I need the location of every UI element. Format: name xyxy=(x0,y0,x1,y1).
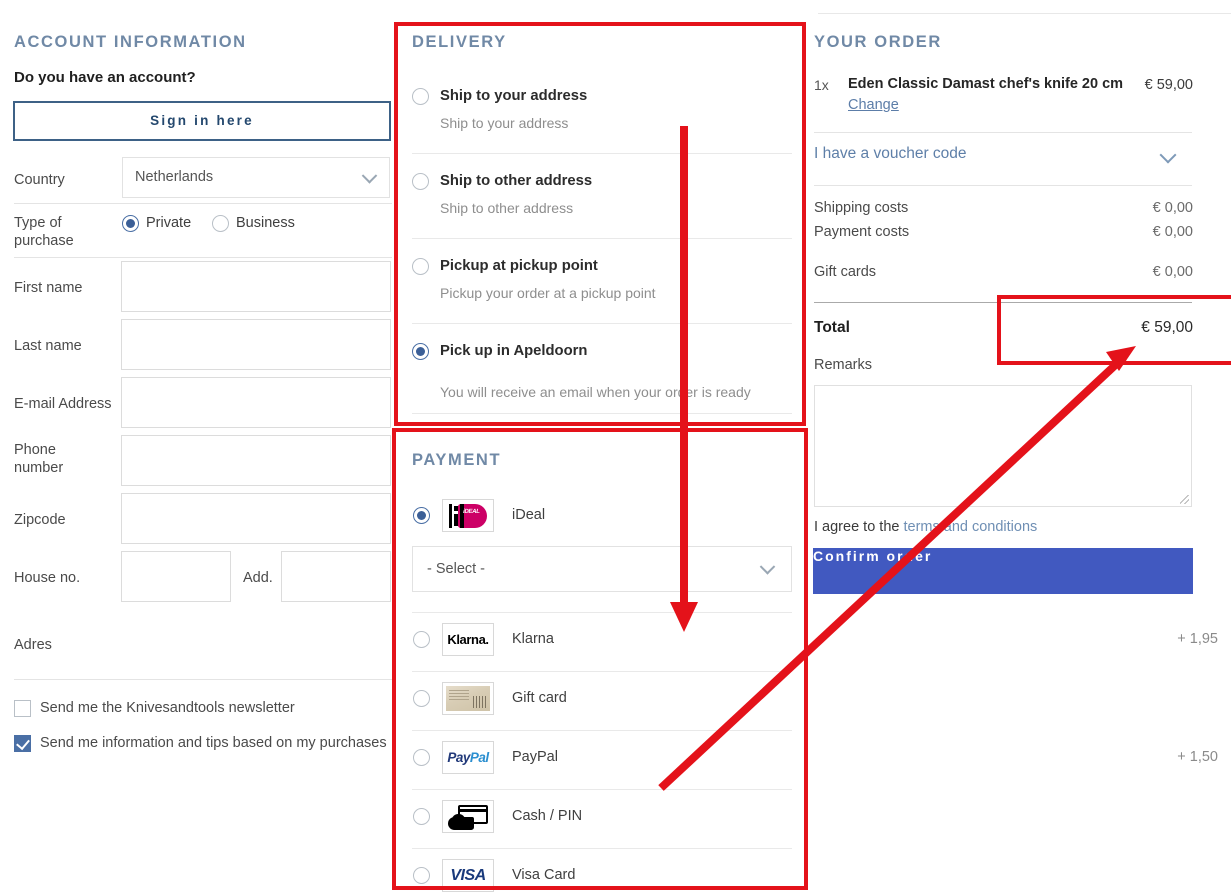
terms-prefix: I agree to the xyxy=(814,519,904,535)
payment-costs-value: € 0,00 xyxy=(1152,224,1193,240)
shipping-costs-label: Shipping costs xyxy=(814,200,909,216)
gift-cards-value: € 0,00 xyxy=(1152,264,1193,280)
divider xyxy=(814,132,1192,133)
country-select-value: Netherlands xyxy=(135,169,214,185)
house-number-field[interactable] xyxy=(121,551,231,602)
top-divider xyxy=(818,13,1231,14)
klarna-surcharge: + 1,95 xyxy=(1177,631,1218,647)
tips-checkbox[interactable] xyxy=(14,735,31,752)
last-name-label: Last name xyxy=(14,338,82,354)
order-item-quantity: 1x xyxy=(814,77,829,93)
voucher-code-label: I have a voucher code xyxy=(814,145,967,162)
radio-private-label: Private xyxy=(146,215,192,231)
country-select[interactable]: Netherlands xyxy=(122,157,390,198)
house-number-label: House no. xyxy=(14,570,81,586)
email-field[interactable] xyxy=(121,377,391,428)
order-item-price: € 59,00 xyxy=(1144,77,1193,93)
paypal-surcharge: + 1,50 xyxy=(1177,749,1218,765)
terms-agreement-text: I agree to the terms and conditions xyxy=(814,519,1037,535)
have-account-question: Do you have an account? xyxy=(14,69,196,86)
phone-number-label: Phone number xyxy=(14,442,64,476)
country-label: Country xyxy=(14,172,65,188)
zipcode-field[interactable] xyxy=(121,493,391,544)
zipcode-label: Zipcode xyxy=(14,512,66,528)
sign-in-here-button[interactable]: Sign in here xyxy=(13,101,391,141)
payment-costs-label: Payment costs xyxy=(814,224,910,240)
tips-checkbox-label: Send me information and tips based on my… xyxy=(40,735,387,751)
email-label: E-mail Address xyxy=(14,396,112,412)
type-of-purchase-label: Type of purchase xyxy=(14,215,74,249)
change-item-link[interactable]: Change xyxy=(848,97,899,113)
annotation-box-total xyxy=(997,295,1231,365)
remarks-label: Remarks xyxy=(814,357,873,373)
account-information-heading: Account information xyxy=(14,33,247,51)
divider xyxy=(14,679,392,680)
divider xyxy=(814,185,1192,186)
divider xyxy=(14,257,392,258)
last-name-field[interactable] xyxy=(121,319,391,370)
gift-cards-label: Gift cards xyxy=(814,264,877,280)
first-name-label: First name xyxy=(14,280,83,296)
chevron-down-icon xyxy=(1159,146,1177,164)
divider xyxy=(14,203,392,204)
order-item-name: Eden Classic Damast chef's knife 20 cm xyxy=(848,76,1124,92)
remarks-textarea[interactable] xyxy=(814,385,1192,507)
terms-and-conditions-link[interactable]: terms and conditions xyxy=(903,519,1037,535)
address-addition-field[interactable] xyxy=(281,551,391,602)
your-order-heading: Your order xyxy=(814,33,942,51)
newsletter-checkbox-label: Send me the Knivesandtools newsletter xyxy=(40,700,295,716)
radio-business[interactable] xyxy=(212,215,229,232)
add-label: Add. xyxy=(243,570,273,586)
newsletter-checkbox[interactable] xyxy=(14,700,31,717)
resize-handle-icon[interactable] xyxy=(1180,495,1189,504)
chevron-down-icon xyxy=(361,167,378,184)
phone-number-field[interactable] xyxy=(121,435,391,486)
total-label: Total xyxy=(814,319,850,336)
checkout-page: Account information Do you have an accou… xyxy=(0,0,1231,892)
confirm-order-button[interactable]: Confirm order xyxy=(813,548,1193,594)
annotation-box-payment xyxy=(392,428,808,890)
shipping-costs-value: € 0,00 xyxy=(1152,200,1193,216)
radio-private[interactable] xyxy=(122,215,139,232)
voucher-code-toggle[interactable]: I have a voucher code xyxy=(814,145,1192,171)
radio-business-label: Business xyxy=(236,215,295,231)
annotation-box-delivery xyxy=(394,22,806,426)
first-name-field[interactable] xyxy=(121,261,391,312)
adres-label: Adres xyxy=(14,637,52,653)
